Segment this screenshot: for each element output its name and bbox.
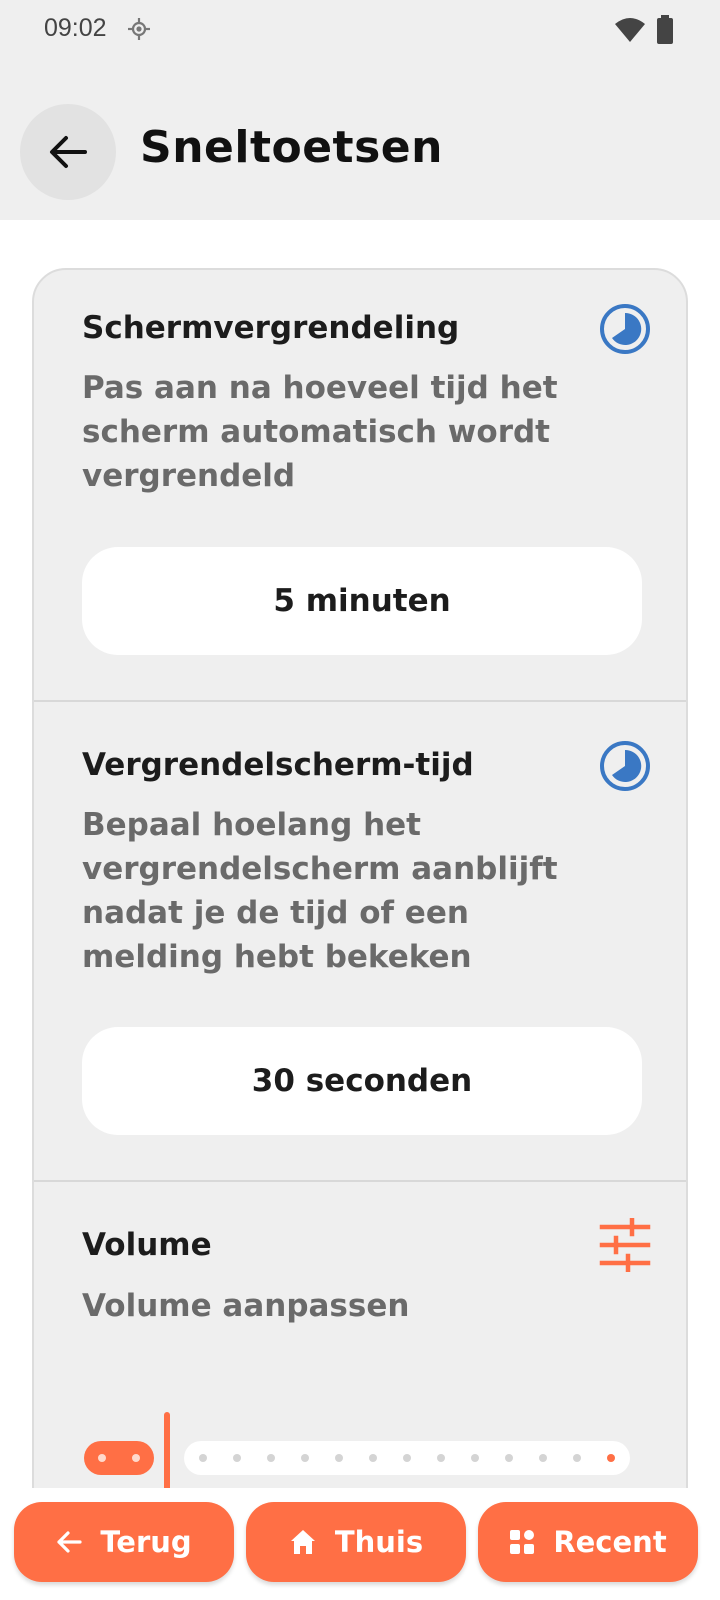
page-title: Sneltoetsen bbox=[140, 122, 443, 173]
slider-dot bbox=[267, 1454, 275, 1462]
volume-slider-active[interactable] bbox=[84, 1441, 154, 1475]
lockscreen-time-description: Bepaal hoelang het vergrendelscherm aanb… bbox=[82, 807, 558, 975]
slider-dot bbox=[98, 1454, 106, 1462]
bottom-navigation: Terug Thuis Recent bbox=[0, 1488, 720, 1600]
back-nav-button[interactable]: Terug bbox=[14, 1502, 234, 1582]
slider-dot bbox=[505, 1454, 513, 1462]
battery-icon bbox=[657, 15, 673, 44]
slider-dot bbox=[437, 1454, 445, 1462]
lockscreen-time-title: Vergrendelscherm-tijd bbox=[82, 747, 474, 783]
divider bbox=[34, 1180, 686, 1182]
back-button[interactable] bbox=[20, 104, 116, 200]
screen-lock-description: Pas aan na hoeveel tijd het scherm autom… bbox=[82, 370, 558, 494]
slider-dot bbox=[471, 1454, 479, 1462]
settings-card: Schermvergrendeling Pas aan na hoeveel t… bbox=[32, 268, 688, 1600]
volume-slider-track[interactable] bbox=[184, 1441, 630, 1475]
screen-lock-value-button[interactable]: 5 minuten bbox=[82, 547, 642, 655]
arrow-left-icon bbox=[50, 136, 87, 168]
home-icon bbox=[290, 1530, 315, 1554]
timer-icon bbox=[600, 304, 650, 354]
status-bar: 09:02 bbox=[0, 0, 720, 64]
recent-nav-label: Recent bbox=[553, 1525, 667, 1559]
divider bbox=[34, 700, 686, 702]
sliders-icon bbox=[599, 1218, 651, 1272]
recent-nav-button[interactable]: Recent bbox=[478, 1502, 698, 1582]
slider-dot bbox=[301, 1454, 309, 1462]
wifi-icon bbox=[615, 18, 645, 42]
home-nav-label: Thuis bbox=[334, 1525, 424, 1559]
slider-dot bbox=[199, 1454, 207, 1462]
slider-dot bbox=[335, 1454, 343, 1462]
slider-dot bbox=[573, 1454, 581, 1462]
slider-dot bbox=[369, 1454, 377, 1462]
lockscreen-time-value-button[interactable]: 30 seconden bbox=[82, 1027, 642, 1135]
back-nav-label: Terug bbox=[100, 1525, 192, 1559]
status-time: 09:02 bbox=[44, 14, 107, 42]
screen-lock-title: Schermvergrendeling bbox=[82, 310, 460, 346]
app-bar: Sneltoetsen bbox=[0, 64, 720, 220]
arrow-left-icon bbox=[57, 1531, 82, 1553]
volume-title: Volume bbox=[82, 1227, 212, 1263]
slider-dot bbox=[233, 1454, 241, 1462]
apps-grid-icon bbox=[510, 1530, 535, 1554]
slider-dot bbox=[403, 1454, 411, 1462]
slider-dot bbox=[539, 1454, 547, 1462]
volume-description: Volume aanpassen bbox=[82, 1288, 410, 1324]
slider-dot bbox=[132, 1454, 140, 1462]
timer-icon bbox=[600, 741, 650, 791]
slider-dot bbox=[607, 1454, 615, 1462]
home-nav-button[interactable]: Thuis bbox=[246, 1502, 466, 1582]
location-icon bbox=[128, 18, 150, 40]
